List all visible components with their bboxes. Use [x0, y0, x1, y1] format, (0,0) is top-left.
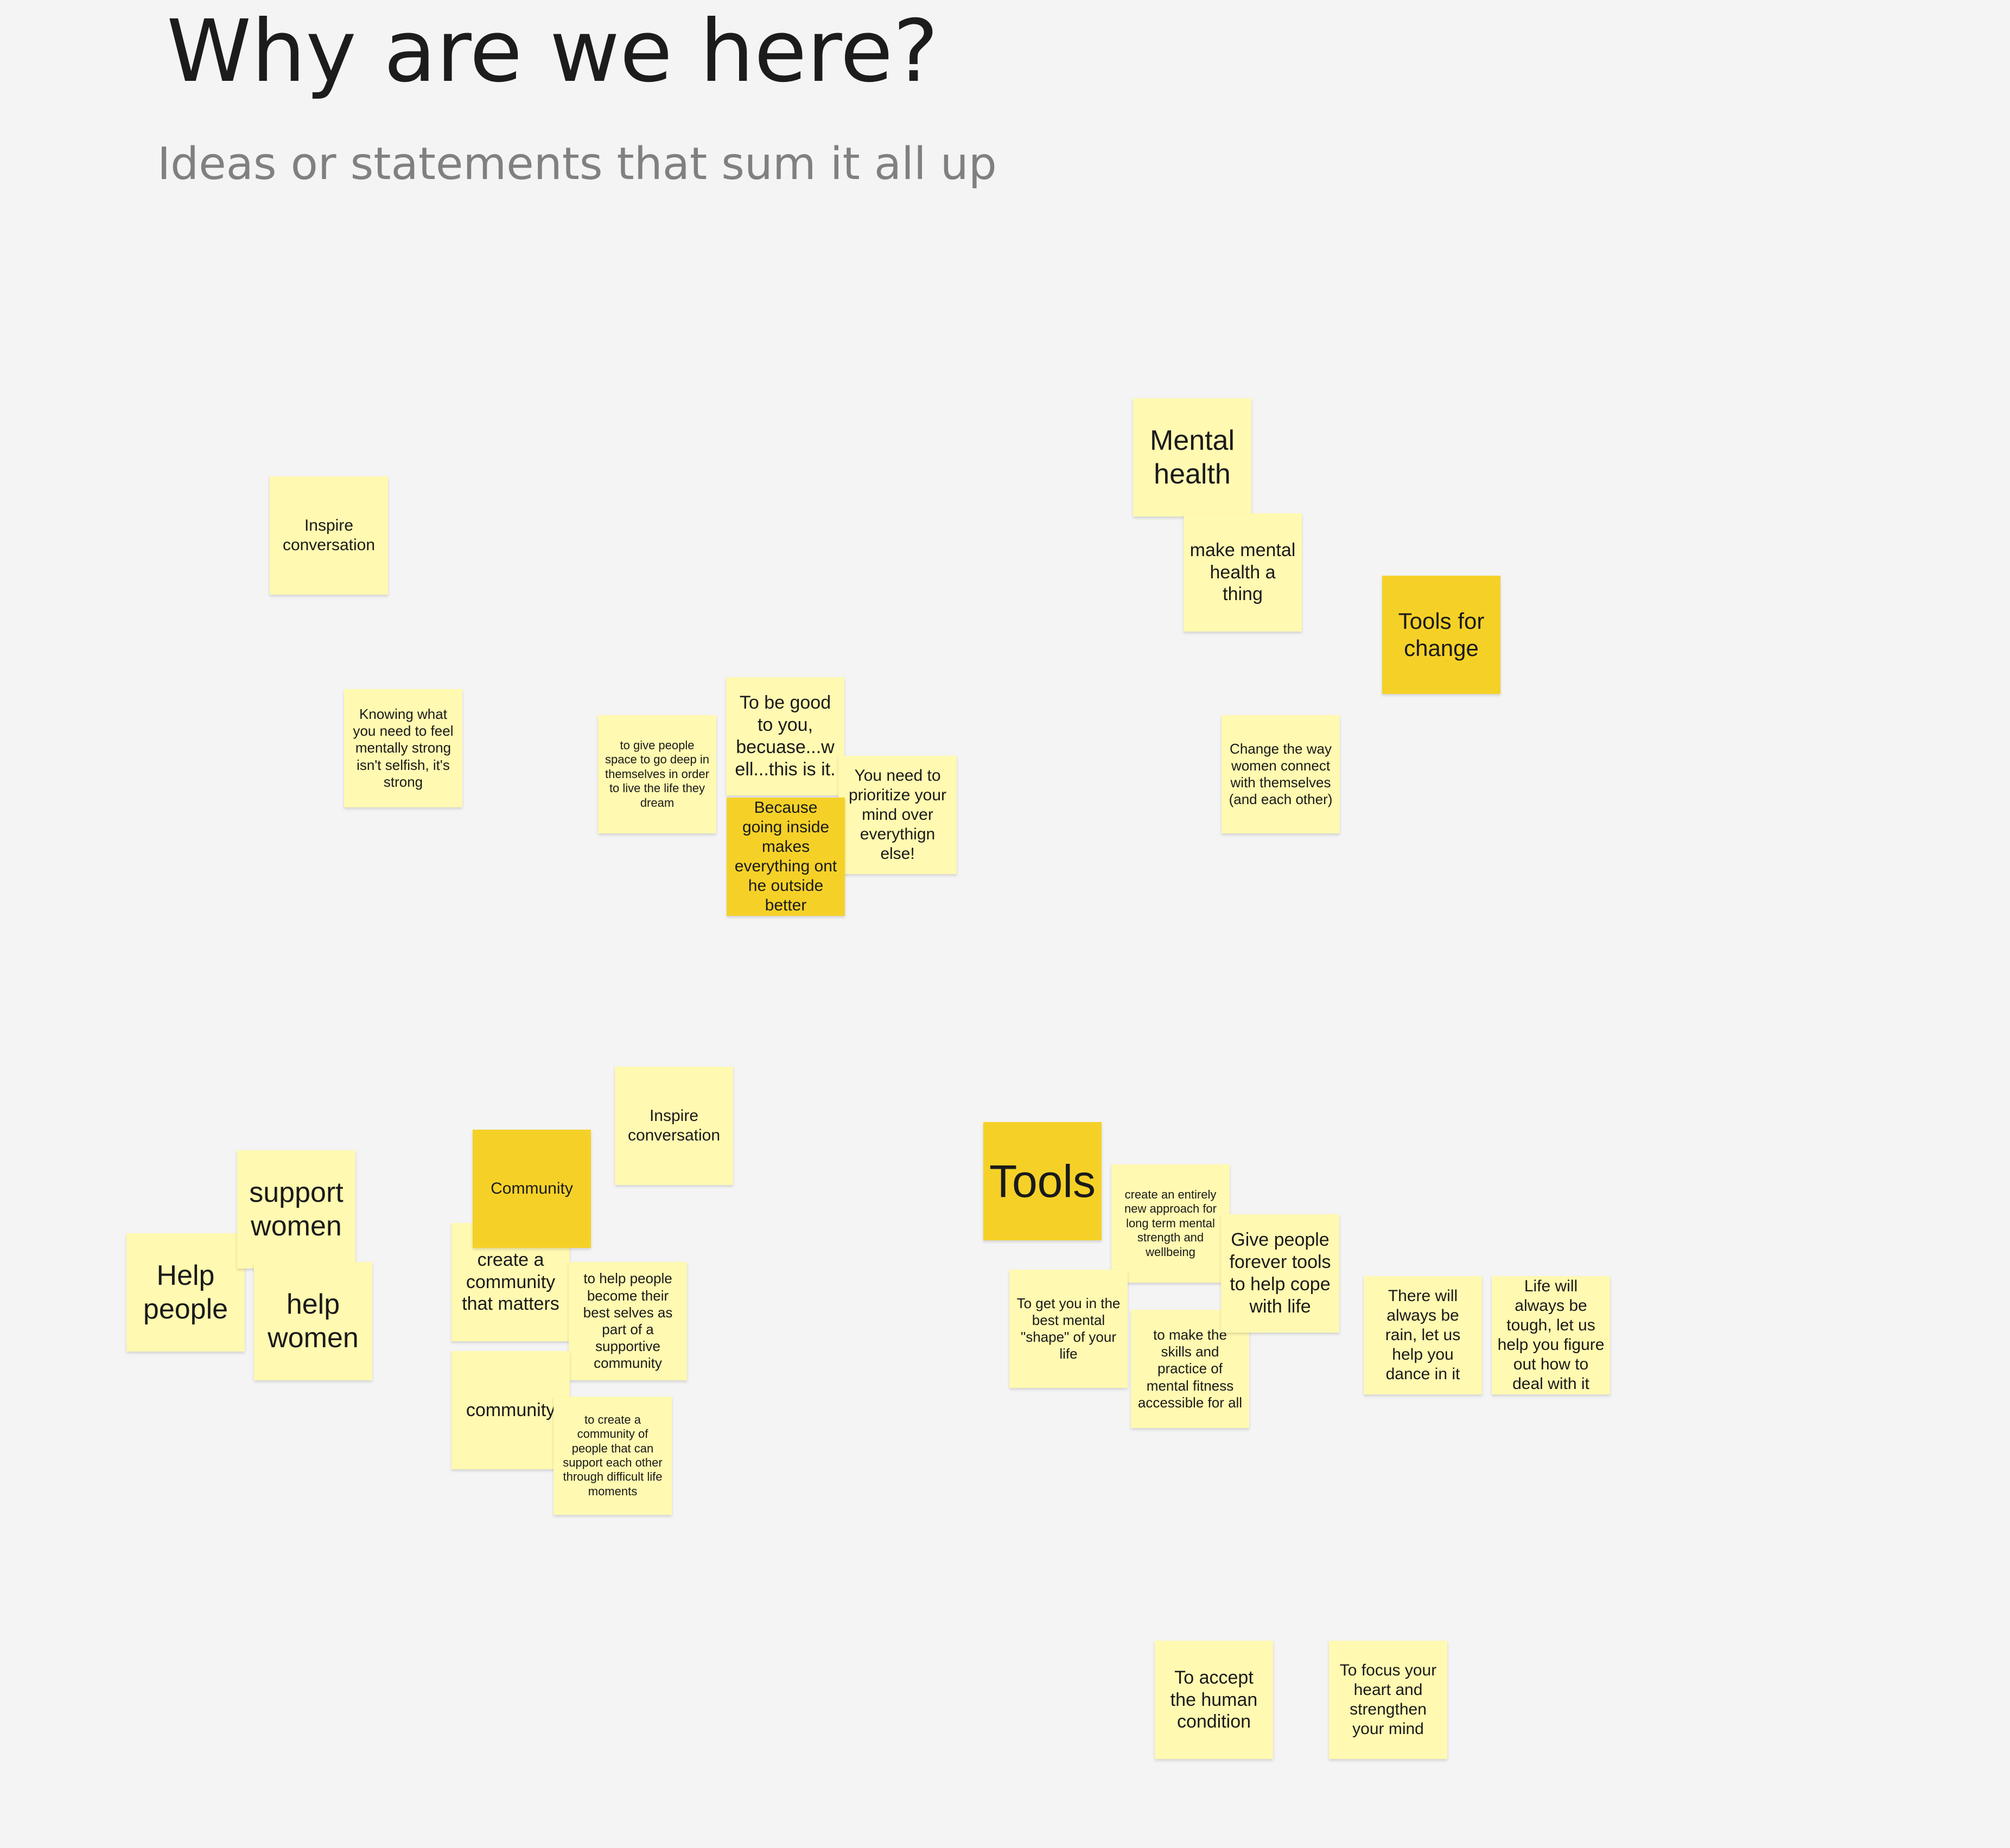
board-title: Why are we here?	[167, 2, 939, 101]
sticky-note-inspire-conversation[interactable]: Inspire conversation	[270, 476, 388, 595]
sticky-note-focus-your-heart[interactable]: To focus your heart and strengthen your …	[1329, 1641, 1447, 1759]
sticky-note-change-the-way[interactable]: Change the way women connect with themse…	[1222, 715, 1340, 833]
sticky-note-because-going-inside[interactable]: Because going inside makes everything on…	[727, 798, 845, 916]
sticky-note-create-approach[interactable]: create an entirely new approach for long…	[1111, 1164, 1230, 1283]
sticky-note-always-be-rain[interactable]: There will always be rain, let us help y…	[1364, 1276, 1482, 1394]
sticky-note-help-people[interactable]: Help people	[126, 1233, 245, 1352]
sticky-note-help-women[interactable]: help women	[254, 1262, 372, 1380]
sticky-note-tools-for-change[interactable]: Tools for change	[1382, 576, 1500, 694]
sticky-note-community-header[interactable]: Community	[473, 1130, 591, 1248]
sticky-note-best-mental-shape[interactable]: To get you in the best mental "shape" of…	[1009, 1270, 1128, 1388]
board-subtitle: Ideas or statements that sum it all up	[157, 138, 997, 190]
sticky-note-to-be-good-to-you[interactable]: To be good to you, becuase...w ell...thi…	[726, 677, 844, 795]
sticky-note-life-always-tough[interactable]: Life will always be tough, let us help y…	[1492, 1276, 1610, 1394]
sticky-note-support-women[interactable]: support women	[237, 1150, 355, 1269]
sticky-note-mental-health[interactable]: Mental health	[1133, 398, 1251, 517]
sticky-note-give-people-tools[interactable]: Give people forever tools to help cope w…	[1221, 1214, 1339, 1333]
sticky-note-community[interactable]: community	[451, 1351, 570, 1469]
sticky-note-knowing-what-you-need[interactable]: Knowing what you need to feel mentally s…	[344, 689, 462, 807]
sticky-note-tools[interactable]: Tools	[983, 1122, 1102, 1240]
sticky-note-accept-human-condition[interactable]: To accept the human condition	[1155, 1641, 1273, 1759]
sticky-note-make-mental-health[interactable]: make mental health a thing	[1184, 513, 1302, 632]
sticky-note-prioritize-your-mind[interactable]: You need to prioritize your mind over ev…	[838, 756, 957, 874]
sticky-note-help-people-become[interactable]: to help people become their best selves …	[569, 1262, 687, 1380]
sticky-note-inspire-conversation-2[interactable]: Inspire conversation	[615, 1067, 733, 1185]
sticky-note-create-community-support[interactable]: to create a community of people that can…	[554, 1397, 672, 1515]
sticky-note-give-people-space[interactable]: to give people space to go deep in thems…	[598, 715, 716, 833]
